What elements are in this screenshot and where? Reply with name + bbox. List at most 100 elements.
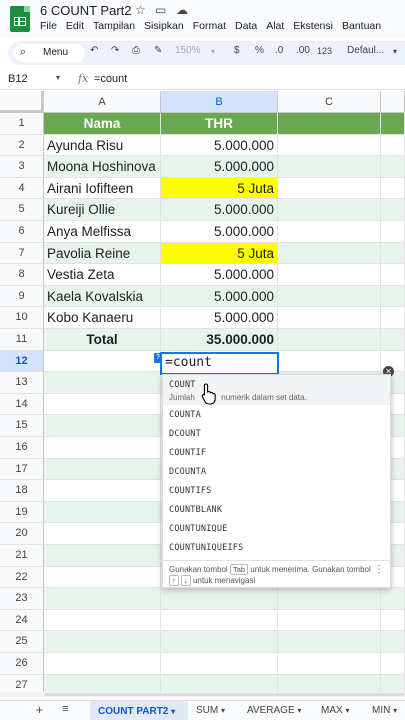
cell-b[interactable]: 5.000.000 bbox=[161, 264, 278, 286]
cell-c[interactable] bbox=[278, 221, 381, 243]
menu-format[interactable]: Format bbox=[193, 20, 226, 32]
cell-c[interactable] bbox=[278, 242, 381, 265]
row-header[interactable]: 8 bbox=[0, 264, 44, 286]
cell-b[interactable] bbox=[161, 588, 278, 610]
autocomplete-item[interactable]: COUNTIFS bbox=[169, 486, 212, 496]
cell-c[interactable] bbox=[278, 156, 381, 178]
doc-title[interactable]: 6 COUNT Part2 bbox=[40, 3, 132, 18]
cell-b[interactable]: 5 Juta bbox=[161, 177, 278, 200]
cell-c[interactable] bbox=[278, 285, 381, 308]
row-header[interactable]: 21 bbox=[0, 545, 44, 567]
font-caret-icon[interactable]: ▾ bbox=[393, 47, 397, 56]
sheet-tab[interactable]: MIN ▾ bbox=[372, 705, 397, 716]
row-header[interactable]: 20 bbox=[0, 523, 44, 545]
star-icon[interactable]: ☆ bbox=[135, 3, 146, 17]
cell-a[interactable] bbox=[44, 458, 161, 481]
autocomplete-item[interactable]: COUNTBLANK bbox=[169, 505, 222, 515]
cell-d[interactable] bbox=[381, 113, 405, 135]
cell-a[interactable]: Kureiji Ollie bbox=[44, 199, 161, 221]
cell-d[interactable] bbox=[381, 199, 405, 221]
cell-b[interactable]: 5 Juta bbox=[161, 242, 278, 265]
print-icon[interactable]: ⎙ bbox=[132, 45, 140, 56]
cell-b[interactable] bbox=[161, 609, 278, 632]
cell-b[interactable]: 5.000.000 bbox=[161, 307, 278, 329]
cell-a[interactable]: Nama bbox=[44, 113, 161, 135]
zoom-select[interactable]: 150% bbox=[175, 45, 201, 56]
cell-d[interactable] bbox=[381, 588, 405, 610]
formula-help-icon[interactable]: ? bbox=[154, 353, 162, 363]
cell-a[interactable]: Pavolia Reine bbox=[44, 242, 161, 265]
autocomplete-item[interactable]: COUNTUNIQUE bbox=[169, 524, 228, 534]
cell-a[interactable] bbox=[44, 372, 161, 394]
redo-icon[interactable]: ↷ bbox=[111, 45, 119, 56]
sheet-tab[interactable]: AVERAGE ▾ bbox=[247, 705, 301, 716]
cell-d[interactable] bbox=[381, 221, 405, 243]
row-header[interactable]: 25 bbox=[0, 631, 44, 653]
menu-insert[interactable]: Sisipkan bbox=[144, 20, 184, 32]
cell-c[interactable] bbox=[278, 113, 381, 135]
autocomplete-item[interactable]: COUNT bbox=[169, 380, 196, 390]
cell-d[interactable] bbox=[381, 134, 405, 157]
cell-b[interactable]: 5.000.000 bbox=[161, 134, 278, 157]
cell-d[interactable] bbox=[381, 242, 405, 265]
row-header[interactable]: 9 bbox=[0, 285, 44, 308]
cell-c[interactable] bbox=[278, 609, 381, 632]
cell-a[interactable] bbox=[44, 350, 161, 373]
cell-a[interactable]: Anya Melfissa bbox=[44, 221, 161, 243]
row-header[interactable]: 1 bbox=[0, 113, 44, 135]
autocomplete-item[interactable]: DCOUNT bbox=[169, 429, 201, 439]
cell-a[interactable]: Vestia Zeta bbox=[44, 264, 161, 286]
all-sheets-icon[interactable]: ≡ bbox=[62, 703, 68, 715]
font-select[interactable]: Defaul... bbox=[347, 45, 384, 56]
cloud-icon[interactable]: ☁ bbox=[176, 3, 188, 17]
menu-extensions[interactable]: Ekstensi bbox=[293, 20, 333, 32]
menu-file[interactable]: File bbox=[40, 20, 57, 32]
row-header[interactable]: 26 bbox=[0, 653, 44, 675]
row-header[interactable]: 14 bbox=[0, 393, 44, 416]
formula-input[interactable]: =count bbox=[94, 73, 127, 85]
select-all-corner[interactable] bbox=[0, 91, 44, 113]
active-cell-editor[interactable]: =count bbox=[160, 352, 279, 375]
cell-c[interactable] bbox=[278, 264, 381, 286]
cell-d[interactable] bbox=[381, 307, 405, 329]
autocomplete-item[interactable]: DCOUNTA bbox=[169, 467, 206, 477]
row-header[interactable]: 12 bbox=[0, 350, 44, 373]
percent-button[interactable]: % bbox=[255, 45, 264, 56]
cell-d[interactable] bbox=[381, 329, 405, 351]
row-header[interactable]: 23 bbox=[0, 588, 44, 610]
cell-a[interactable] bbox=[44, 609, 161, 632]
cell-a[interactable] bbox=[44, 415, 161, 437]
row-header[interactable]: 10 bbox=[0, 307, 44, 329]
increase-decimal-button[interactable]: .00 bbox=[296, 45, 310, 56]
row-header[interactable]: 24 bbox=[0, 609, 44, 632]
cell-a[interactable] bbox=[44, 480, 161, 502]
sheet-tab-active[interactable]: COUNT PART2 ▾ bbox=[90, 701, 188, 720]
row-header[interactable]: 7 bbox=[0, 242, 44, 265]
cell-b[interactable]: 5.000.000 bbox=[161, 199, 278, 221]
cell-d[interactable] bbox=[381, 264, 405, 286]
cell-c[interactable] bbox=[278, 631, 381, 653]
number-format-button[interactable]: 123 bbox=[317, 46, 332, 56]
row-header[interactable]: 11 bbox=[0, 329, 44, 351]
cell-a[interactable]: Kobo Kanaeru bbox=[44, 307, 161, 329]
horizontal-scrollbar[interactable] bbox=[0, 692, 405, 697]
cell-a[interactable] bbox=[44, 545, 161, 567]
cell-a[interactable] bbox=[44, 653, 161, 675]
row-header[interactable]: 5 bbox=[0, 199, 44, 221]
cell-c[interactable] bbox=[278, 329, 381, 351]
cell-d[interactable] bbox=[381, 156, 405, 178]
row-header[interactable]: 16 bbox=[0, 437, 44, 459]
row-header[interactable]: 18 bbox=[0, 480, 44, 502]
cell-a[interactable]: Moona Hoshinova bbox=[44, 156, 161, 178]
cell-c[interactable] bbox=[278, 307, 381, 329]
cell-c[interactable] bbox=[278, 177, 381, 200]
autocomplete-item[interactable]: COUNTUNIQUEIFS bbox=[169, 543, 243, 553]
currency-button[interactable]: $ bbox=[234, 45, 240, 56]
cell-d[interactable] bbox=[381, 631, 405, 653]
menu-view[interactable]: Tampilan bbox=[93, 20, 135, 32]
cell-d[interactable] bbox=[381, 609, 405, 632]
cell-a[interactable] bbox=[44, 393, 161, 416]
sheets-logo-icon[interactable] bbox=[10, 6, 30, 32]
cell-c[interactable] bbox=[278, 134, 381, 157]
undo-icon[interactable]: ↶ bbox=[90, 45, 98, 56]
